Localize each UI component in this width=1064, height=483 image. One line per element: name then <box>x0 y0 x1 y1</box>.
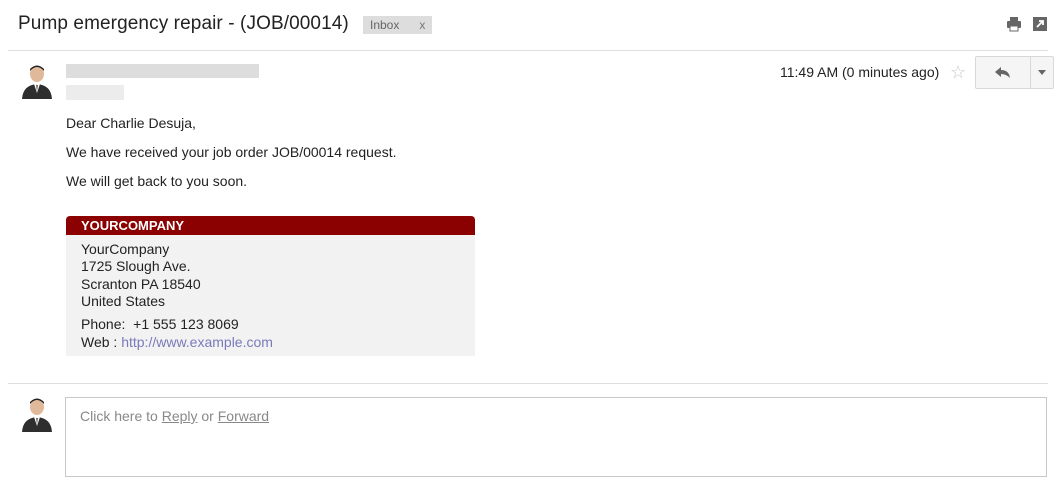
label-chip-text: Inbox <box>370 18 400 32</box>
sender-email-redacted <box>66 85 124 100</box>
subject-bar: Pump emergency repair - (JOB/00014) Inbo… <box>0 0 1064 50</box>
reply-link[interactable]: Reply <box>162 408 198 424</box>
reply-box[interactable]: Click here to Reply or Forward <box>65 397 1047 477</box>
website-link[interactable]: http://www.example.com <box>121 334 273 350</box>
star-icon[interactable]: ☆ <box>950 62 966 83</box>
body-line-1: We have received your job order JOB/0001… <box>66 144 397 160</box>
greeting: Dear Charlie Desuja, <box>66 115 196 131</box>
body-line-2: We will get back to you soon. <box>66 173 248 189</box>
forward-link[interactable]: Forward <box>218 408 269 424</box>
reply-prefix: Click here to <box>80 408 162 424</box>
print-icon[interactable] <box>1006 16 1022 32</box>
remove-label-button[interactable]: x <box>419 16 425 34</box>
more-actions-button[interactable] <box>1031 57 1053 88</box>
signature-street: 1725 Slough Ave. <box>81 258 191 274</box>
message-divider <box>8 383 1048 384</box>
reply-prompt: Click here to Reply or Forward <box>80 408 269 424</box>
label-chip-inbox[interactable]: Inbox x <box>363 16 433 34</box>
new-window-icon[interactable] <box>1032 16 1048 32</box>
phone-number: +1 555 123 8069 <box>133 316 239 332</box>
message-timestamp: 11:49 AM (0 minutes ago) <box>780 64 940 80</box>
phone-label: Phone: <box>81 316 126 332</box>
signature-country: United States <box>81 293 166 309</box>
reply-icon <box>995 66 1010 78</box>
chevron-down-icon <box>1038 70 1046 75</box>
email-subject: Pump emergency repair - (JOB/00014) <box>18 13 349 34</box>
reply-button[interactable] <box>976 57 1031 88</box>
sender-avatar <box>22 65 52 99</box>
signature-header: YOURCOMPANY <box>66 216 475 235</box>
company-signature-card: YOURCOMPANY YourCompany 1725 Slough Ave.… <box>66 216 475 356</box>
signature-web-row: Web : http://www.example.com <box>81 334 273 350</box>
reply-button-group <box>975 56 1054 89</box>
reply-or: or <box>197 408 218 424</box>
user-avatar <box>22 398 52 432</box>
signature-company: YourCompany <box>81 241 170 257</box>
signature-phone-row: Phone: +1 555 123 8069 <box>81 316 239 332</box>
header-divider <box>8 50 1048 51</box>
sender-name-redacted <box>66 64 259 78</box>
web-label: Web : <box>81 334 118 350</box>
signature-city: Scranton PA 18540 <box>81 276 201 292</box>
